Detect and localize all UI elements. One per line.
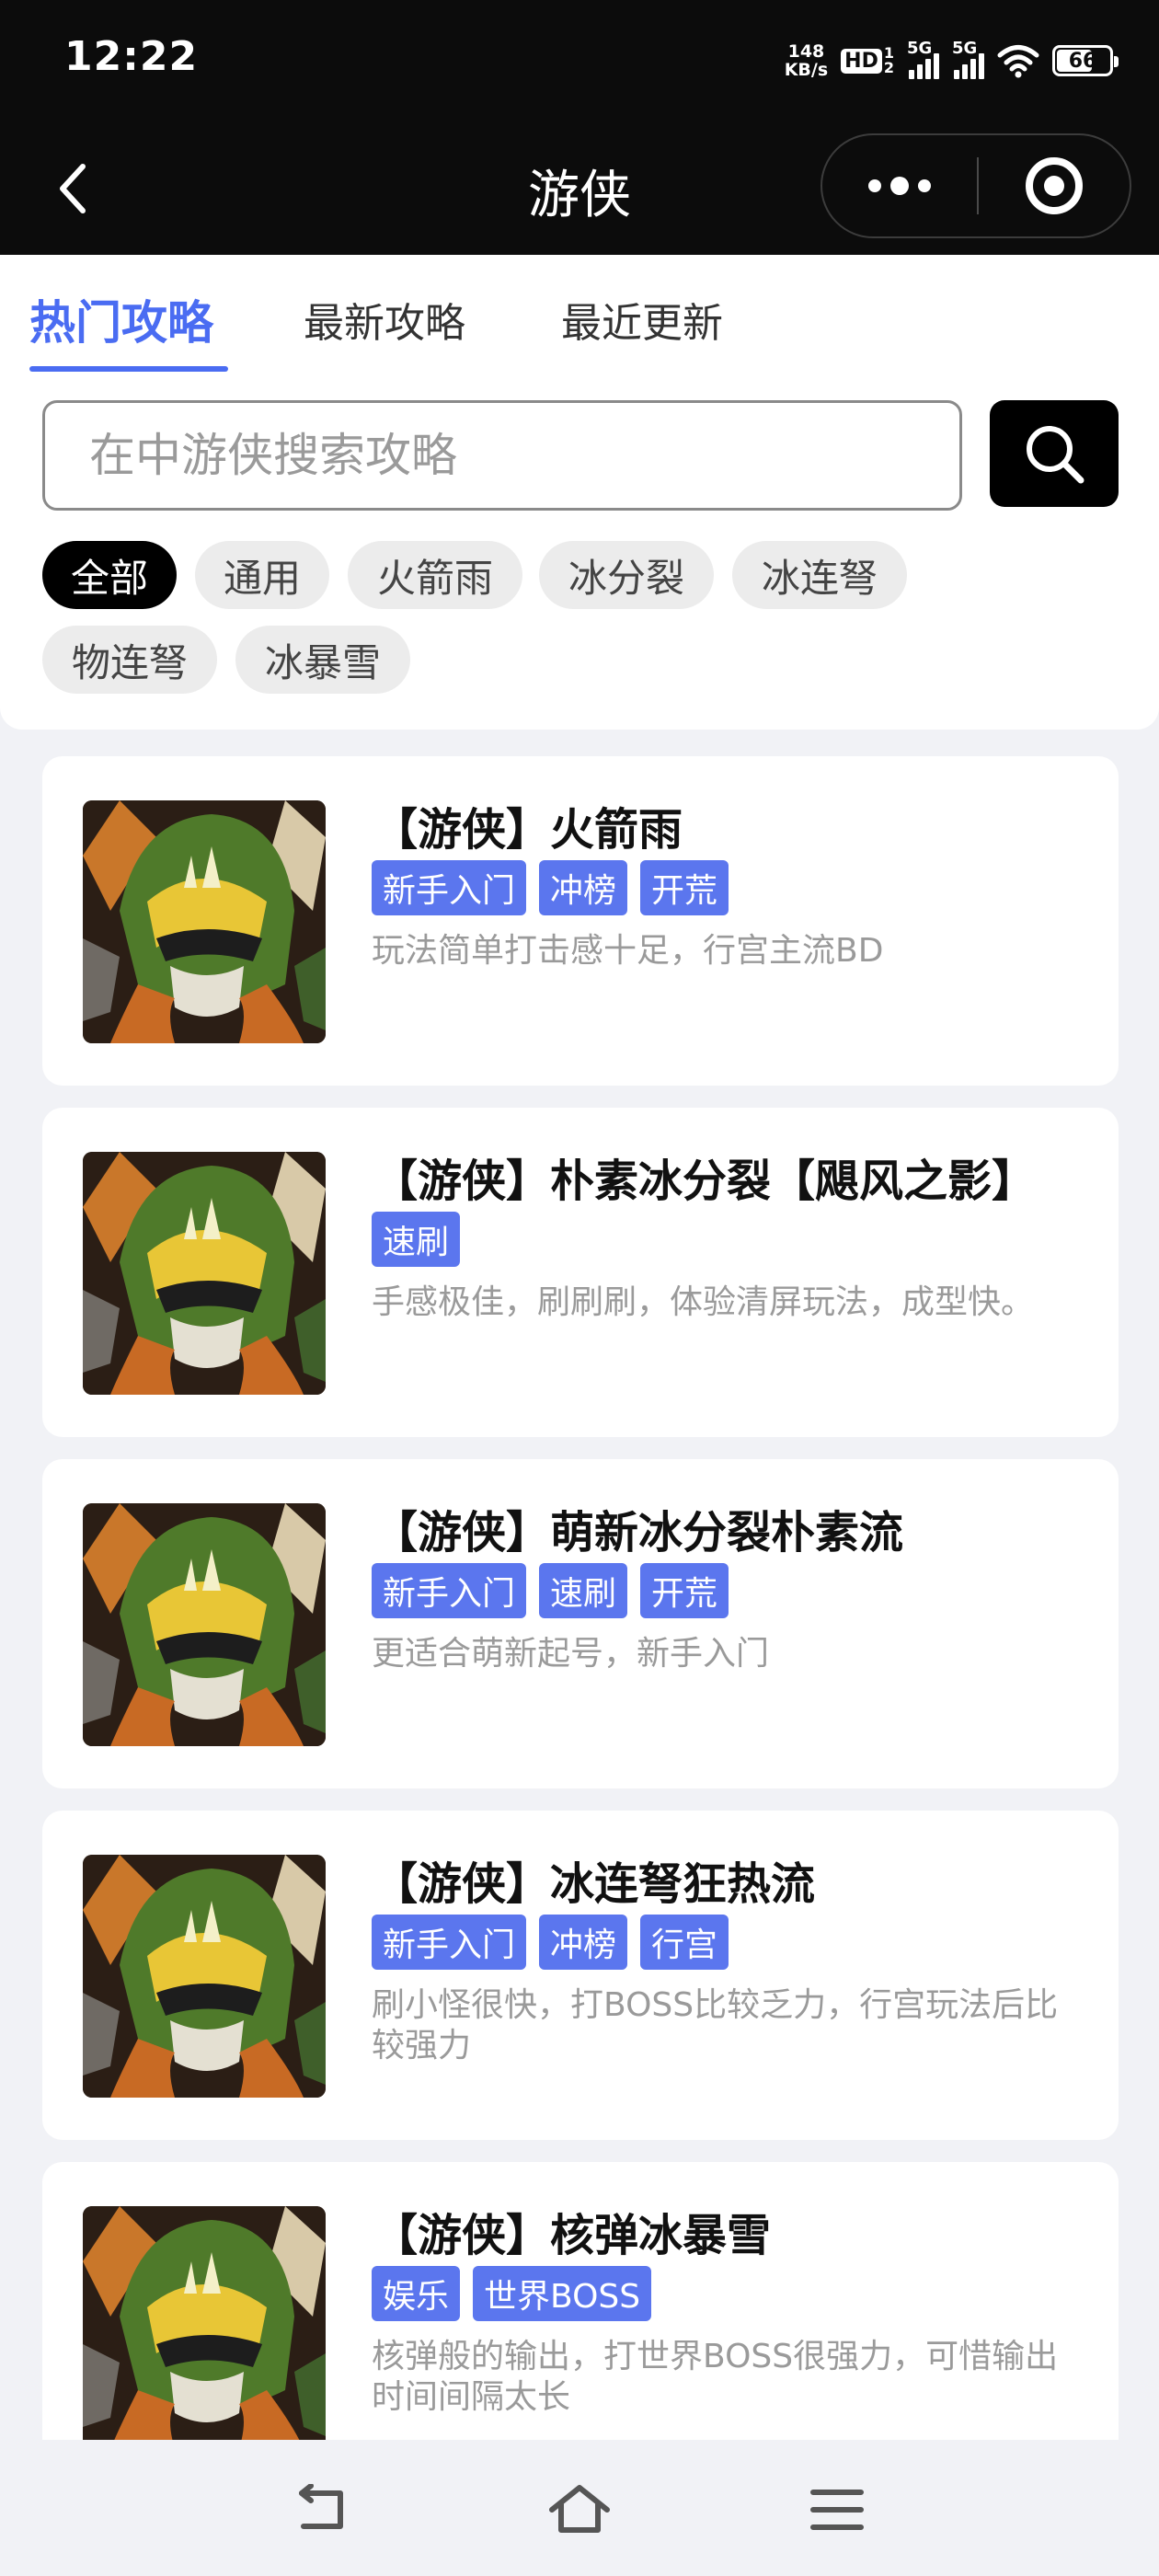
signal-5g-icon: 5G xyxy=(907,39,939,79)
status-time: 12:22 xyxy=(64,33,199,80)
target-close-icon xyxy=(1026,157,1083,214)
guide-tag: 冲榜 xyxy=(539,860,628,915)
search-button[interactable] xyxy=(990,400,1119,507)
battery-icon: 66 xyxy=(1052,45,1119,76)
guide-tag: 新手入门 xyxy=(372,860,527,915)
filter-chip-ice-crossbow[interactable]: 冰连弩 xyxy=(732,541,907,609)
guide-tag: 行宫 xyxy=(640,1915,729,1970)
guide-tags: 新手入门 冲榜 开荒 xyxy=(372,860,729,915)
menu-icon xyxy=(810,2490,864,2530)
guide-tags: 新手入门 冲榜 行宫 xyxy=(372,1915,729,1970)
hd-sub-2: 2 xyxy=(883,59,894,76)
signal-label: 5G xyxy=(907,39,933,58)
guide-tag: 开荒 xyxy=(640,1563,729,1618)
guide-thumbnail xyxy=(83,1503,326,1746)
guide-thumbnail xyxy=(83,1152,326,1395)
guide-tag: 世界BOSS xyxy=(473,2266,652,2321)
status-bar: 12:22 148 KB/s HD 1 2 5G 5G 66 xyxy=(0,0,1159,124)
search-input[interactable] xyxy=(42,400,962,511)
filter-panel: 全部 通用 火箭雨 冰分裂 冰连弩 物连弩 冰暴雪 xyxy=(0,377,1159,730)
guide-description: 更适合萌新起号，新手入门 xyxy=(372,1635,770,1673)
home-icon xyxy=(549,2485,610,2533)
more-button[interactable] xyxy=(822,135,977,236)
filter-chip-fire-arrow-rain[interactable]: 火箭雨 xyxy=(348,541,522,609)
guide-card[interactable]: 【游侠】冰连弩狂热流 新手入门 冲榜 行宫 刷小怪很快，打BOSS比较乏力，行宫… xyxy=(42,1811,1119,2140)
tab-bar: 热门攻略 最新攻略 最近更新 xyxy=(0,255,1159,377)
status-icons: 148 KB/s HD 1 2 5G 5G 66 xyxy=(785,37,1119,85)
guide-tag: 新手入门 xyxy=(372,1915,527,1970)
guide-description: 手感极佳，刷刷刷，体验清屏玩法，成型快。 xyxy=(372,1283,1035,1321)
close-button[interactable] xyxy=(979,135,1130,236)
wifi-icon xyxy=(997,45,1039,78)
guide-tag: 开荒 xyxy=(640,860,729,915)
signal-5g-icon-2: 5G xyxy=(952,39,984,79)
signal-label-2: 5G xyxy=(952,39,978,58)
network-speed-unit: KB/s xyxy=(784,60,829,80)
filter-chip-all[interactable]: 全部 xyxy=(42,541,177,609)
guide-card[interactable]: 【游侠】火箭雨 新手入门 冲榜 开荒 玩法简单打击感十足，行宫主流BD xyxy=(42,756,1119,1086)
guide-description: 刷小怪很快，打BOSS比较乏力，行宫玩法后比较强力 xyxy=(372,1986,1059,2064)
guide-title: 【游侠】冰连弩狂热流 xyxy=(373,1858,816,1910)
tab-recent-updates[interactable]: 最近更新 xyxy=(561,290,723,349)
network-speed: 148 KB/s xyxy=(785,42,828,79)
guide-thumbnail xyxy=(83,1855,326,2098)
mini-program-capsule xyxy=(820,133,1131,238)
guide-thumbnail xyxy=(83,800,326,1043)
guide-title: 【游侠】核弹冰暴雪 xyxy=(373,2210,772,2261)
battery-level: 66 xyxy=(1068,49,1097,73)
guide-card[interactable]: 【游侠】核弹冰暴雪 娱乐 世界BOSS 核弹般的输出，打世界BOSS很强力，可惜… xyxy=(42,2162,1119,2440)
filter-chip-ice-split[interactable]: 冰分裂 xyxy=(539,541,714,609)
network-speed-value: 148 xyxy=(787,41,825,62)
system-back-button[interactable] xyxy=(285,2473,359,2547)
search-icon xyxy=(1027,426,1084,484)
tab-active-indicator xyxy=(29,366,228,372)
guide-tag: 娱乐 xyxy=(372,2266,461,2321)
more-dots-icon xyxy=(868,179,881,192)
guide-title: 【游侠】朴素冰分裂【飓风之影】 xyxy=(373,1156,1037,1207)
system-nav-bar xyxy=(0,2440,1159,2576)
guide-tags: 速刷 xyxy=(372,1212,461,1267)
system-menu-button[interactable] xyxy=(800,2473,874,2547)
tab-latest-guides[interactable]: 最新攻略 xyxy=(304,290,465,349)
guide-tag: 速刷 xyxy=(539,1563,628,1618)
guide-title: 【游侠】萌新冰分裂朴素流 xyxy=(373,1507,904,1558)
nav-bar: 游侠 xyxy=(0,124,1159,255)
guide-tags: 新手入门 速刷 开荒 xyxy=(372,1563,729,1618)
filter-chip-physical-crossbow[interactable]: 物连弩 xyxy=(42,626,217,694)
back-arrow-icon xyxy=(299,2484,343,2529)
guide-card[interactable]: 【游侠】朴素冰分裂【飓风之影】 速刷 手感极佳，刷刷刷，体验清屏玩法，成型快。 xyxy=(42,1108,1119,1437)
tab-hot-guides[interactable]: 热门攻略 xyxy=(29,286,213,352)
guide-tag: 冲榜 xyxy=(539,1915,628,1970)
hd-label: HD xyxy=(841,48,882,74)
guide-description: 玩法简单打击感十足，行宫主流BD xyxy=(372,932,884,970)
guide-tag: 速刷 xyxy=(372,1212,461,1267)
guide-thumbnail xyxy=(83,2206,326,2440)
filter-chip-general[interactable]: 通用 xyxy=(195,541,329,609)
system-home-button[interactable] xyxy=(543,2473,616,2547)
guide-description: 核弹般的输出，打世界BOSS很强力，可惜输出时间间隔太长 xyxy=(372,2338,1059,2416)
guide-tag: 新手入门 xyxy=(372,1563,527,1618)
guide-card[interactable]: 【游侠】萌新冰分裂朴素流 新手入门 速刷 开荒 更适合萌新起号，新手入门 xyxy=(42,1459,1119,1788)
filter-chip-ice-blizzard[interactable]: 冰暴雪 xyxy=(235,626,410,694)
hd-voice-icon: HD 1 2 xyxy=(841,46,894,75)
guide-tags: 娱乐 世界BOSS xyxy=(372,2266,652,2321)
guide-title: 【游侠】火箭雨 xyxy=(373,804,683,856)
